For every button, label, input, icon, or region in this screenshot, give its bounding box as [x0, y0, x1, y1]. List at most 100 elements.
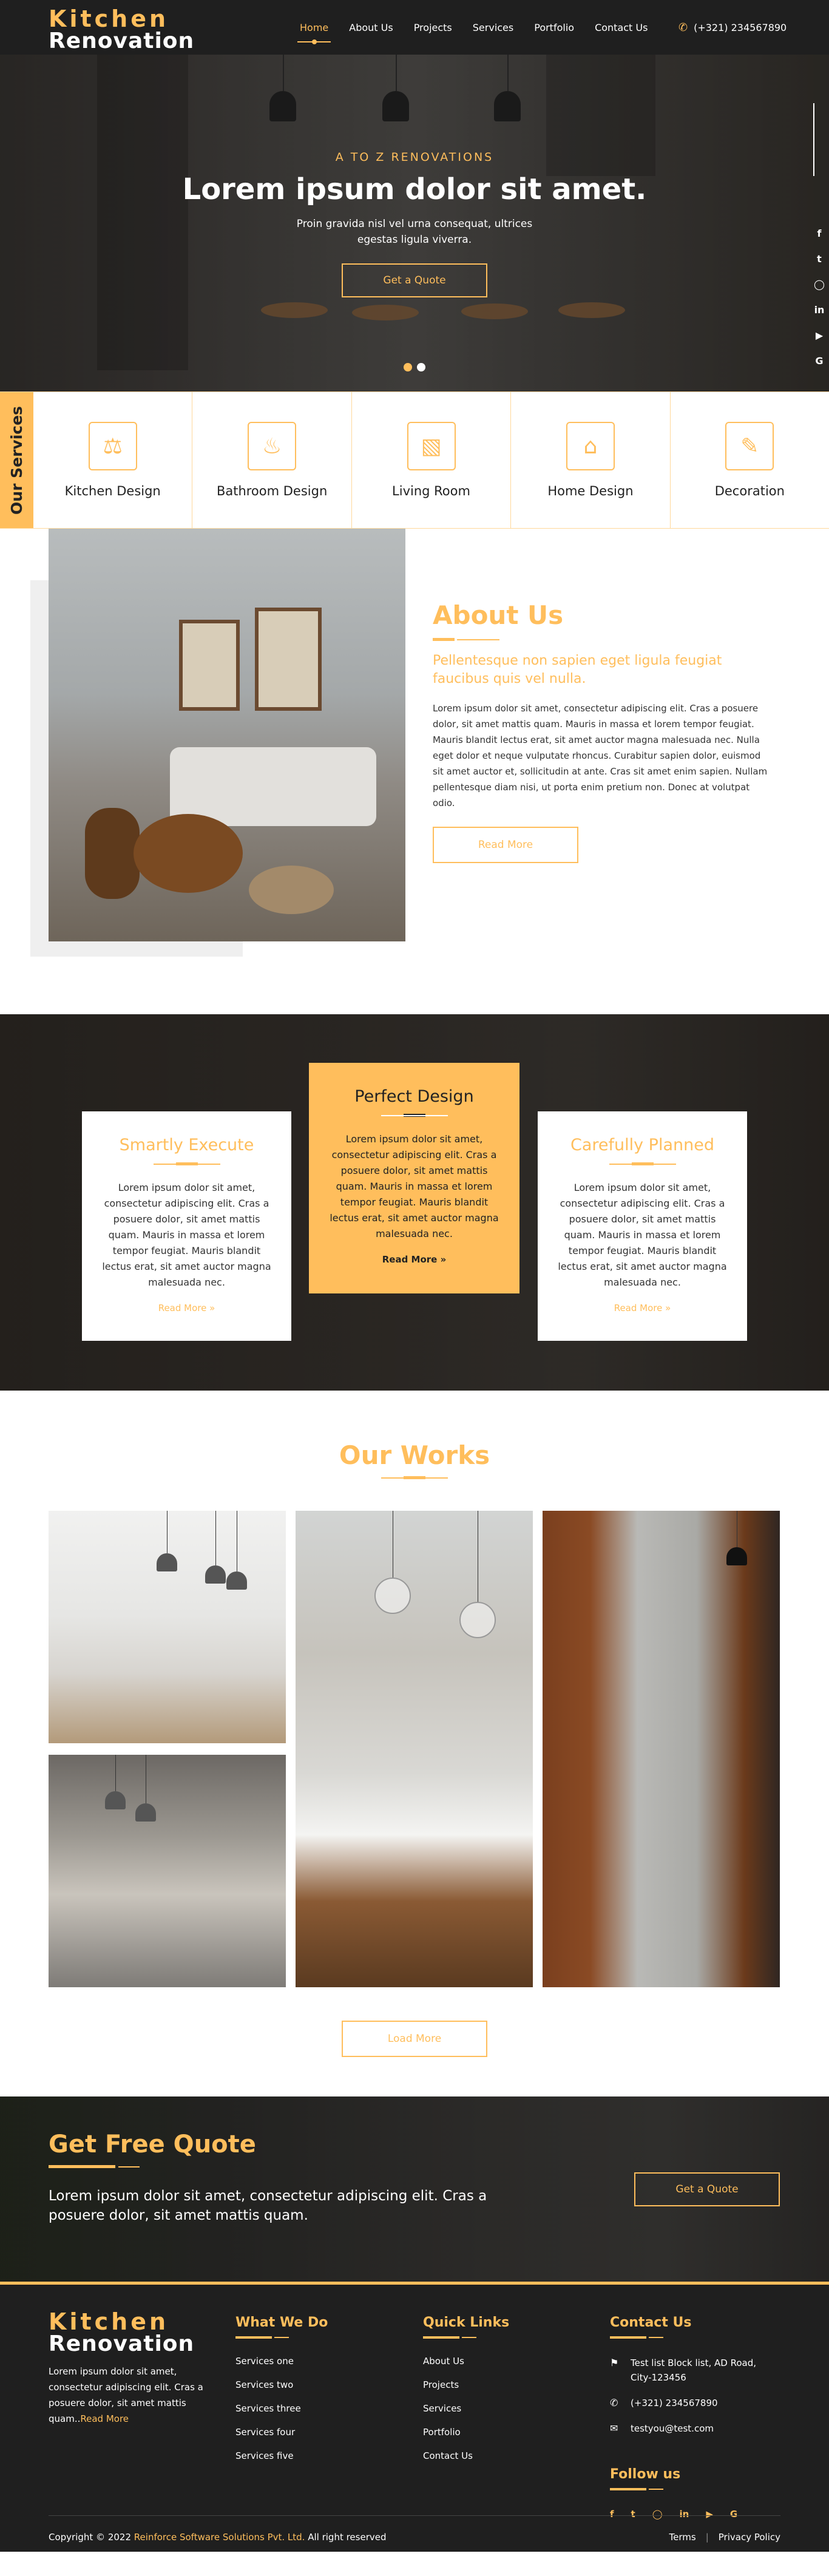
footer-read-more-link[interactable]: Read More	[80, 2413, 129, 2424]
work-image-kitchen-2[interactable]	[49, 1755, 286, 1987]
google-icon[interactable]: G	[730, 2509, 737, 2520]
about-text: About Us Pellentesque non sapien eget li…	[433, 600, 773, 863]
contact-email-text: testyou@test.com	[631, 2423, 714, 2434]
feature-read-more-link[interactable]: Read More »	[100, 1303, 273, 1313]
facebook-icon[interactable]: f	[812, 228, 827, 239]
footer-link[interactable]: Services two	[235, 2379, 328, 2390]
hero-quote-button[interactable]: Get a Quote	[342, 263, 487, 297]
copyright-prefix: Copyright © 2022	[49, 2532, 132, 2543]
twitter-icon[interactable]: t	[631, 2509, 635, 2520]
service-label: Decoration	[714, 484, 785, 498]
works-divider	[381, 1474, 448, 1480]
services-strip: Our Services ⚖ Kitchen Design ♨ Bathroom…	[0, 391, 829, 529]
side-social-bar: f t ◯ in ▶ G	[810, 55, 829, 391]
contact-address: ⚑ Test list Block list, AD Road, City-12…	[610, 2356, 780, 2385]
service-label: Living Room	[392, 484, 470, 498]
footer-link[interactable]: About Us	[423, 2356, 509, 2367]
services-tab: Our Services	[0, 392, 33, 528]
bathroom-icon: ♨	[248, 422, 297, 470]
service-home-design[interactable]: ⌂ Home Design	[511, 392, 671, 528]
quote-section: Get Free Quote Lorem ipsum dolor sit ame…	[0, 2096, 829, 2282]
hero-stool	[352, 305, 419, 320]
footer-logo[interactable]: Kitchen Renovation	[49, 2310, 194, 2355]
footer-link[interactable]: Projects	[423, 2379, 509, 2390]
hero-lamp-cord	[507, 55, 509, 91]
footer-link[interactable]: Portfolio	[423, 2427, 509, 2438]
feature-read-more-link[interactable]: Read More »	[556, 1303, 729, 1313]
terms-link[interactable]: Terms	[669, 2532, 696, 2543]
feature-divider	[153, 1161, 220, 1167]
nav-services[interactable]: Services	[473, 22, 513, 33]
hero-slider: A TO Z RENOVATIONS Lorem ipsum dolor sit…	[0, 55, 829, 391]
site-footer: Kitchen Renovation Lorem ipsum dolor sit…	[0, 2282, 829, 2552]
service-living-room[interactable]: ▧ Living Room	[352, 392, 512, 528]
load-more-button[interactable]: Load More	[342, 2021, 487, 2057]
linkedin-icon[interactable]: in	[812, 304, 827, 316]
facebook-icon[interactable]: f	[610, 2509, 614, 2520]
copyright: Copyright © 2022 Reinforce Software Solu…	[49, 2532, 387, 2543]
header-phone[interactable]: ✆ (+321) 234567890	[678, 0, 787, 55]
service-kitchen-design[interactable]: ⚖ Kitchen Design	[33, 392, 193, 528]
footer-link[interactable]: Services one	[235, 2356, 328, 2367]
service-decoration[interactable]: ✎ Decoration	[671, 392, 829, 528]
hero-subtitle: A TO Z RENOVATIONS	[335, 151, 494, 164]
hero-stool	[261, 302, 328, 318]
feature-read-more-link[interactable]: Read More »	[327, 1254, 501, 1265]
location-pin-icon: ⚑	[610, 2357, 619, 2368]
nav-home[interactable]: Home	[297, 22, 331, 44]
nav-projects[interactable]: Projects	[414, 22, 452, 33]
instagram-icon[interactable]: ◯	[812, 279, 827, 290]
slider-dot-1[interactable]	[404, 363, 412, 371]
slider-dot-2[interactable]	[417, 363, 425, 371]
copyright-rights: All right reserved	[308, 2532, 387, 2543]
wall-frame	[255, 608, 322, 711]
quote-text: Lorem ipsum dolor sit amet, consectetur …	[49, 2188, 487, 2223]
service-label: Bathroom Design	[216, 484, 328, 498]
wall-frame	[179, 620, 240, 711]
linkedin-icon[interactable]: in	[680, 2509, 689, 2520]
contact-email[interactable]: ✉ testyou@test.com	[610, 2421, 780, 2436]
company-link[interactable]: Reinforce Software Solutions Pvt. Ltd.	[134, 2532, 305, 2543]
site-header: Kitchen Renovation Home About Us Project…	[0, 0, 829, 55]
nav-about-us[interactable]: About Us	[349, 22, 393, 33]
instagram-icon[interactable]: ◯	[652, 2509, 663, 2520]
footer-link[interactable]: Services five	[235, 2450, 328, 2461]
footer-link[interactable]: Contact Us	[423, 2450, 509, 2461]
footer-link[interactable]: Services three	[235, 2403, 328, 2414]
footer-link[interactable]: Services	[423, 2403, 509, 2414]
contact-phone[interactable]: ✆ (+321) 234567890	[610, 2396, 780, 2410]
work-image-kitchen-4[interactable]	[543, 1511, 780, 1987]
privacy-link[interactable]: Privacy Policy	[719, 2532, 780, 2543]
google-icon[interactable]: G	[812, 355, 827, 367]
hero-stool	[558, 302, 625, 318]
quote-button[interactable]: Get a Quote	[634, 2172, 780, 2206]
quote-divider	[49, 2163, 140, 2169]
feature-title: Smartly Execute	[119, 1136, 254, 1154]
phone-number: (+321) 234567890	[694, 21, 787, 33]
logo-line-1: Kitchen	[49, 5, 169, 32]
contact-address-text: Test list Block list, AD Road, City-1234…	[631, 2357, 756, 2383]
nav-contact-us[interactable]: Contact Us	[595, 22, 648, 33]
wood-stool-shape	[85, 808, 140, 899]
site-logo[interactable]: Kitchen Renovation	[49, 7, 194, 52]
youtube-icon[interactable]: ▶	[812, 330, 827, 341]
youtube-icon[interactable]: ▶	[706, 2509, 713, 2520]
feature-card-carefully-planned: Carefully Planned Lorem ipsum dolor sit …	[538, 1111, 747, 1341]
work-image-kitchen-1[interactable]	[49, 1511, 286, 1743]
footer-link[interactable]: Services four	[235, 2427, 328, 2438]
kitchen-icon: ⚖	[88, 422, 137, 470]
work-image-kitchen-3[interactable]	[296, 1511, 533, 1987]
feature-description: Lorem ipsum dolor sit amet, consectetur …	[102, 1182, 271, 1288]
feature-title: Carefully Planned	[570, 1136, 714, 1154]
about-read-more-button[interactable]: Read More	[433, 827, 578, 863]
hero-pendant-lamp	[269, 91, 296, 121]
nav-portfolio[interactable]: Portfolio	[534, 22, 574, 33]
feature-title: Perfect Design	[354, 1087, 474, 1106]
feature-card-perfect-design: Perfect Design Lorem ipsum dolor sit ame…	[309, 1063, 519, 1293]
footer-column-title: Quick Links	[423, 2315, 510, 2330]
twitter-icon[interactable]: t	[812, 253, 827, 265]
title-divider	[433, 636, 499, 642]
service-bathroom-design[interactable]: ♨ Bathroom Design	[192, 392, 352, 528]
footer-contact: Contact Us ⚑ Test list Block list, AD Ro…	[610, 2315, 780, 2447]
hero-description: Proin gravida nisl vel urna consequat, u…	[296, 218, 533, 246]
